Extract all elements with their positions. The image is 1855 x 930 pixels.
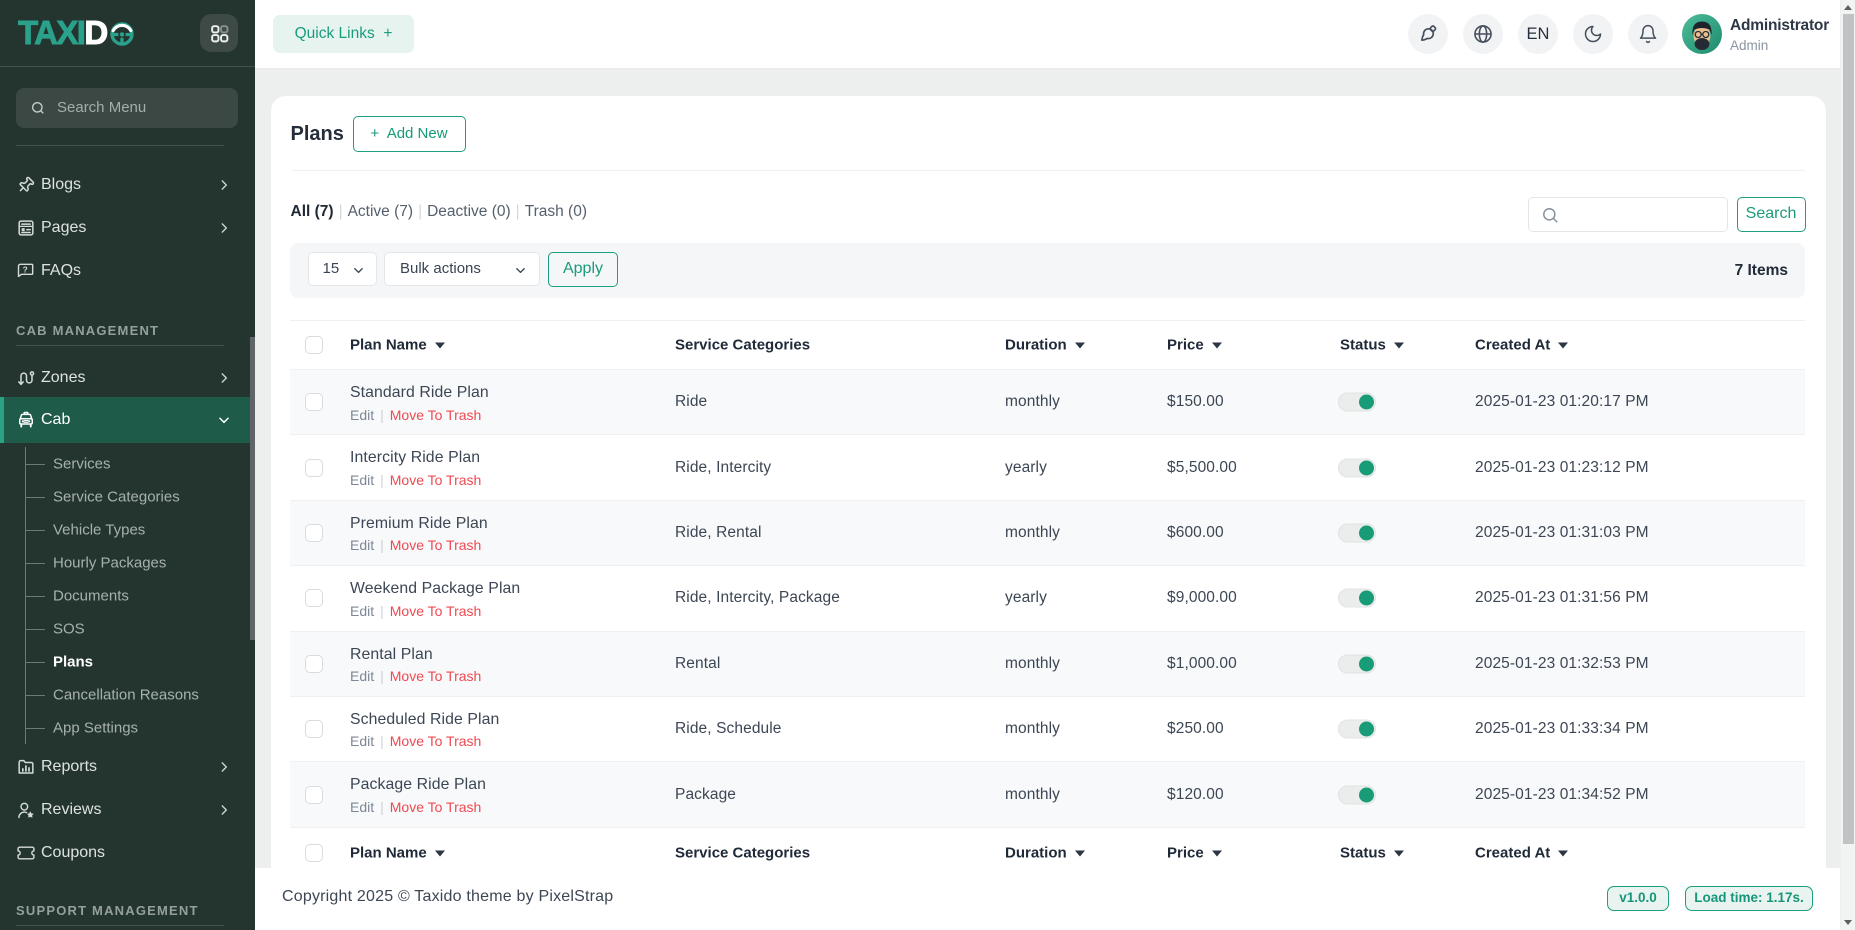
svg-text:?: ? <box>23 264 28 274</box>
